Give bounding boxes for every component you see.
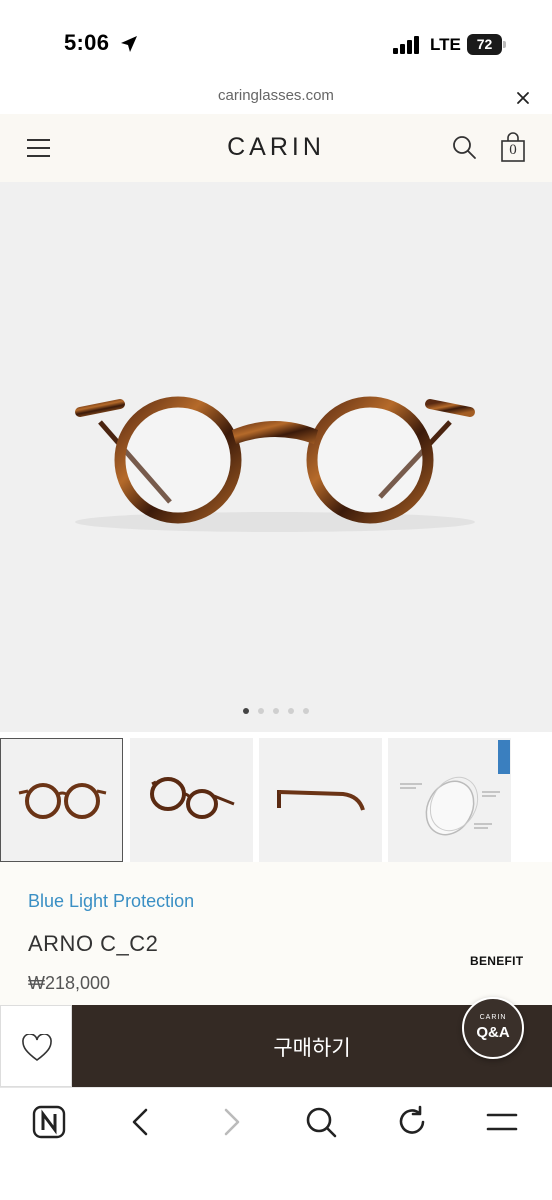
url-text[interactable]: caringlasses.com [0,87,552,104]
glasses-image [75,396,475,532]
network-label: LTE [430,35,461,54]
naver-home-icon[interactable] [32,1105,66,1139]
location-arrow-icon [121,36,137,52]
reload-icon[interactable] [395,1105,429,1139]
qa-label: Q&A [476,1024,510,1041]
thumbnail-side[interactable] [259,738,382,862]
slide-dot[interactable] [258,708,264,714]
thumbnail-angle[interactable] [130,738,253,862]
close-icon[interactable] [512,87,534,109]
status-time: 5:06 [64,30,110,55]
product-name: ARNO C_C2 [28,931,159,956]
thumbnail-strip [0,738,552,862]
thumbnail-front[interactable] [0,738,123,862]
wishlist-button[interactable] [0,1005,72,1087]
signal-icon [393,36,419,54]
toolbar-search-icon[interactable] [304,1105,338,1139]
thumbnail-lens-info[interactable] [388,738,511,862]
slide-dot[interactable] [243,708,249,714]
slide-dot[interactable] [288,708,294,714]
battery-level: 72 [476,36,493,52]
status-bar: 5:06 LTE 72 [0,0,552,80]
url-bar[interactable]: caringlasses.com [0,80,552,114]
heart-icon [22,1034,52,1061]
site-header: CARIN 0 [0,114,552,182]
qa-button[interactable]: CARIN Q&A [462,997,524,1059]
cart-count: 0 [509,142,517,158]
slide-dot[interactable] [273,708,279,714]
forward-icon[interactable] [214,1105,248,1139]
benefit-link[interactable]: BENEFIT [470,954,523,968]
browser-toolbar [0,1087,552,1200]
search-icon[interactable] [451,134,477,160]
product-hero-image[interactable] [0,182,552,732]
toolbar-menu-icon[interactable] [485,1105,519,1139]
back-icon[interactable] [124,1105,158,1139]
product-tagline: Blue Light Protection [28,891,195,911]
slide-indicator[interactable] [0,708,552,714]
product-price: ₩218,000 [28,973,111,993]
battery-icon: 72 [467,34,507,56]
product-info: Blue Light Protection ARNO C_C2 ₩218,000… [0,862,552,1005]
qa-brand: CARIN [479,1014,507,1021]
cart-icon[interactable]: 0 [500,132,526,162]
slide-dot[interactable] [303,708,309,714]
